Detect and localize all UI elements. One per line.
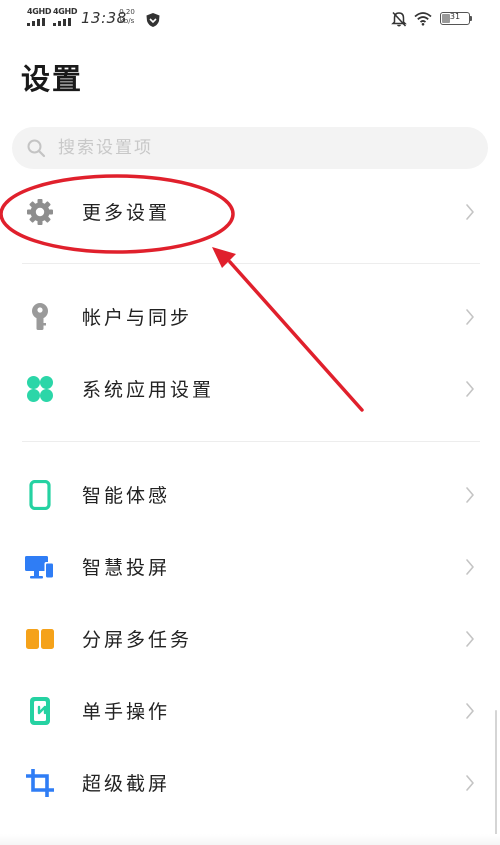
settings-item-smart-cast[interactable]: 智慧投屏 (0, 536, 500, 596)
battery-tip (470, 16, 472, 21)
network-type-label: 4GHD (27, 7, 52, 16)
wifi-icon (414, 12, 432, 26)
search-icon (27, 139, 46, 158)
shield-icon (146, 13, 160, 27)
status-bar: 4GHD 4GHD 13:38 0.20 kb/s 31 (0, 0, 500, 36)
screen-cast-icon (25, 556, 55, 579)
signal-icon: 4GHD (53, 7, 78, 28)
settings-item-one-hand[interactable]: 单手操作 (0, 680, 500, 740)
phone-outline-icon (29, 480, 51, 510)
chevron-right-icon (466, 631, 474, 647)
network-speed: 0.20 kb/s (117, 8, 137, 26)
settings-item-label: 智慧投屏 (82, 557, 171, 579)
scrollbar[interactable] (495, 710, 497, 840)
search-input[interactable] (58, 136, 458, 160)
settings-item-label: 超级截屏 (82, 773, 171, 795)
chevron-right-icon (466, 559, 474, 575)
search-bar[interactable] (12, 127, 488, 169)
annotation-arrow (228, 260, 364, 412)
settings-item-label: 智能体感 (82, 485, 171, 507)
settings-item-smart-motion[interactable]: 智能体感 (0, 464, 500, 524)
settings-item-split-screen[interactable]: 分屏多任务 (0, 608, 500, 668)
bell-off-icon (391, 11, 407, 27)
page-title: 设置 (21, 62, 84, 96)
settings-item-super-screenshot[interactable]: 超级截屏 (0, 752, 500, 812)
signal-icon: 4GHD (27, 7, 52, 28)
battery-icon: 31 (440, 12, 470, 25)
chevron-right-icon (466, 487, 474, 503)
network-speed-unit: kb/s (119, 17, 135, 25)
network-speed-value: 0.20 (119, 8, 135, 16)
one-hand-icon (30, 697, 50, 725)
settings-item-label: 单手操作 (82, 701, 171, 723)
network-type-label: 4GHD (53, 7, 78, 16)
annotation-overlay (0, 174, 364, 412)
settings-item-label: 分屏多任务 (82, 629, 193, 651)
bottom-fade (0, 834, 500, 845)
split-screen-icon (26, 629, 54, 649)
crop-icon (26, 769, 54, 797)
annotation-ellipse (0, 174, 235, 254)
battery-level: 31 (449, 12, 461, 21)
chevron-right-icon (466, 775, 474, 791)
chevron-right-icon (466, 703, 474, 719)
